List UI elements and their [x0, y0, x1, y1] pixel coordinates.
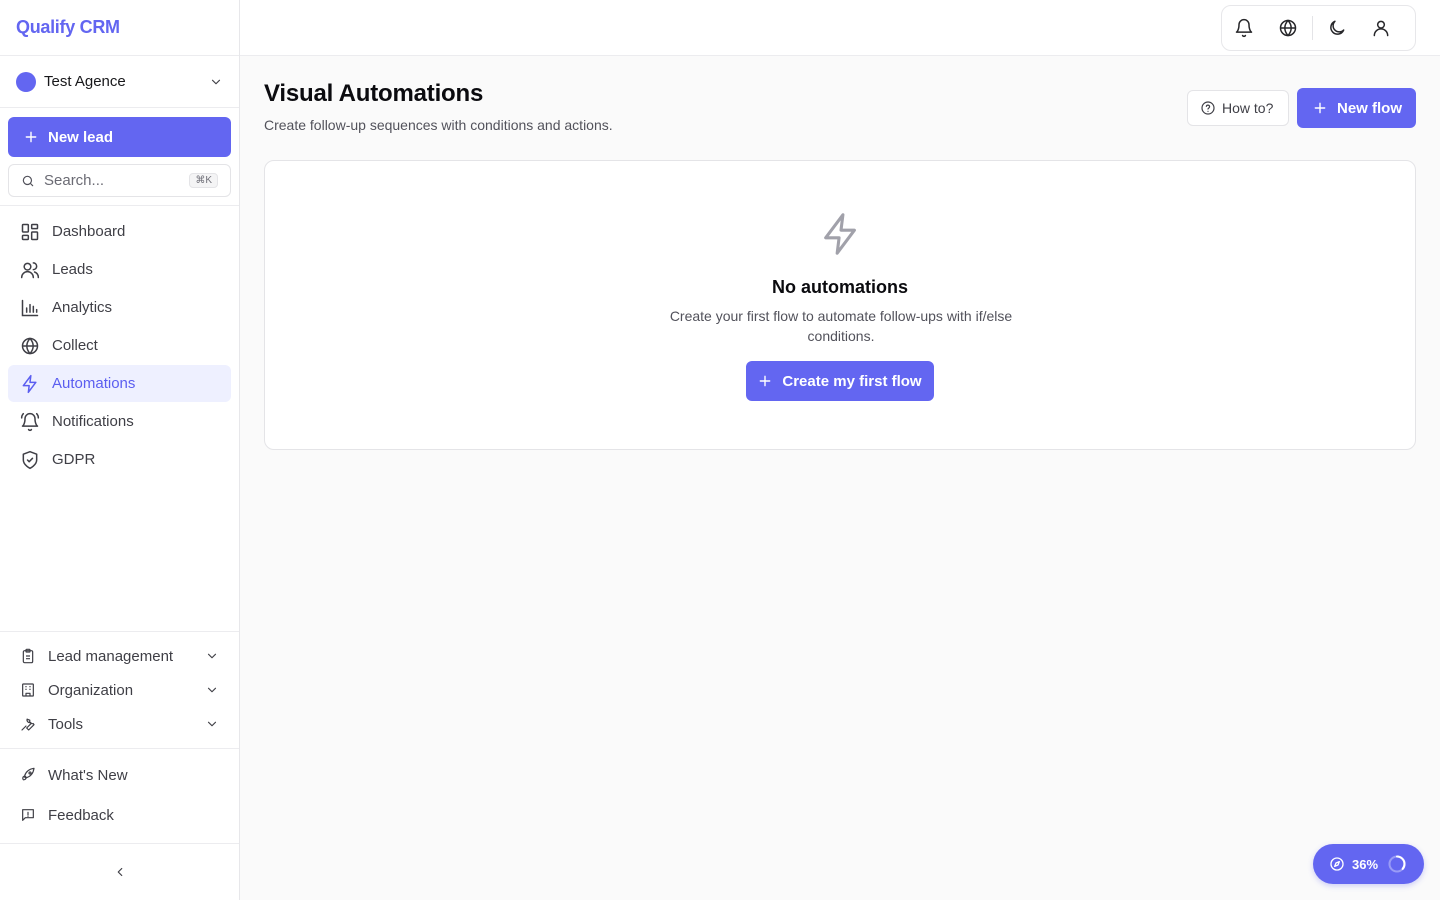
empty-state-title: No automations [771, 277, 908, 297]
sidebar-extras: What's New Feedback [8, 755, 231, 835]
sidebar-item-notifications[interactable]: Notifications [8, 403, 231, 440]
zap-icon [824, 213, 856, 255]
org-switcher[interactable]: Test Agence [0, 56, 239, 108]
divider [0, 843, 239, 844]
plus-icon [760, 375, 771, 387]
main-nav: Dashboard Leads Analytics Collect Automa… [8, 213, 231, 479]
empty-state-card: No automations Create your first flow to… [264, 160, 1416, 450]
sidebar-item-label: Automations [52, 375, 136, 392]
wrench-icon [21, 718, 35, 731]
whats-new-label: What's New [48, 766, 128, 784]
notifications-button[interactable] [1228, 12, 1260, 44]
group-tools[interactable]: Tools [8, 707, 231, 741]
users-icon [20, 261, 40, 278]
chevron-down-icon [207, 653, 217, 659]
group-label: Lead management [48, 647, 174, 665]
collapse-sidebar-button[interactable] [108, 860, 132, 884]
sidebar-item-label: GDPR [52, 451, 96, 468]
search-input[interactable]: Search... ⌘K [8, 164, 231, 197]
sidebar-item-dashboard[interactable]: Dashboard [8, 213, 231, 250]
progress-ring [1388, 855, 1406, 873]
new-flow-label: New flow [1337, 99, 1403, 117]
org-name: Test Agence [44, 73, 126, 90]
search-icon [22, 175, 34, 186]
help-circle-icon [1201, 101, 1215, 115]
topbar-tools [1221, 5, 1416, 51]
chevron-down-icon [207, 721, 217, 727]
app-logo[interactable]: Qualify CRM [0, 0, 239, 56]
divider [0, 631, 239, 632]
sidebar-item-label: Dashboard [52, 223, 126, 240]
divider [0, 748, 239, 749]
sidebar-item-label: Leads [52, 261, 93, 278]
plus-icon [1314, 102, 1326, 114]
sidebar-item-gdpr[interactable]: GDPR [8, 441, 231, 478]
divider [1312, 16, 1313, 40]
language-button[interactable] [1272, 12, 1304, 44]
sidebar-item-automations[interactable]: Automations [8, 365, 231, 402]
globe-icon [21, 336, 39, 355]
chevron-down-icon [211, 79, 221, 84]
shield-check-icon [22, 450, 38, 469]
sidebar: Qualify CRM Test Agence New lead Search.… [0, 0, 240, 900]
create-first-flow-button[interactable]: Create my first flow [746, 361, 934, 401]
user-icon [1373, 20, 1389, 37]
layout-grid-icon [21, 223, 39, 240]
bell-icon [1235, 18, 1253, 38]
sidebar-item-collect[interactable]: Collect [8, 327, 231, 364]
clipboard-icon [22, 648, 34, 664]
search-placeholder: Search... [44, 172, 105, 189]
zap-icon [22, 374, 37, 393]
bell-ring-icon [20, 412, 40, 431]
moon-icon [1330, 20, 1345, 35]
group-lead-management[interactable]: Lead management [8, 639, 231, 673]
globe-icon [1279, 19, 1297, 37]
page-title: Visual Automations [264, 80, 484, 107]
whats-new-link[interactable]: What's New [8, 755, 231, 795]
new-lead-label: New lead [48, 128, 114, 146]
sidebar-item-label: Notifications [52, 413, 134, 430]
group-label: Organization [48, 681, 134, 699]
sidebar-item-label: Analytics [52, 299, 113, 316]
create-first-flow-label: Create my first flow [782, 372, 922, 390]
building-icon [22, 683, 34, 697]
group-organization[interactable]: Organization [8, 673, 231, 707]
page-subtitle: Create follow-up sequences with conditio… [264, 117, 613, 133]
progress-percent: 36% [1352, 856, 1379, 872]
rocket-icon [22, 767, 35, 781]
onboarding-progress-button[interactable]: 36% [1313, 844, 1424, 884]
how-to-button[interactable]: How to? [1187, 90, 1289, 126]
new-flow-button[interactable]: New flow [1297, 88, 1416, 128]
chevron-down-icon [207, 687, 217, 693]
feedback-link[interactable]: Feedback [8, 795, 231, 835]
compass-icon [1330, 857, 1344, 871]
chevron-left-icon [117, 867, 123, 877]
org-avatar [16, 71, 36, 92]
how-to-label: How to? [1222, 100, 1274, 116]
message-square-icon [22, 809, 34, 821]
sidebar-item-label: Collect [52, 337, 98, 354]
divider [0, 205, 239, 206]
bar-chart-icon [21, 299, 39, 316]
search-shortcut-badge: ⌘K [189, 173, 218, 188]
group-label: Tools [48, 715, 84, 733]
profile-button[interactable] [1365, 12, 1397, 44]
sidebar-item-analytics[interactable]: Analytics [8, 289, 231, 326]
plus-icon [25, 131, 37, 143]
new-lead-button[interactable]: New lead [8, 117, 231, 157]
sidebar-groups: Lead management Organization Tools [8, 639, 231, 741]
empty-state-description: Create your first flow to automate follo… [669, 308, 1013, 344]
sidebar-item-leads[interactable]: Leads [8, 251, 231, 288]
theme-toggle-button[interactable] [1321, 12, 1353, 44]
topbar [240, 0, 1440, 56]
feedback-label: Feedback [48, 806, 114, 824]
